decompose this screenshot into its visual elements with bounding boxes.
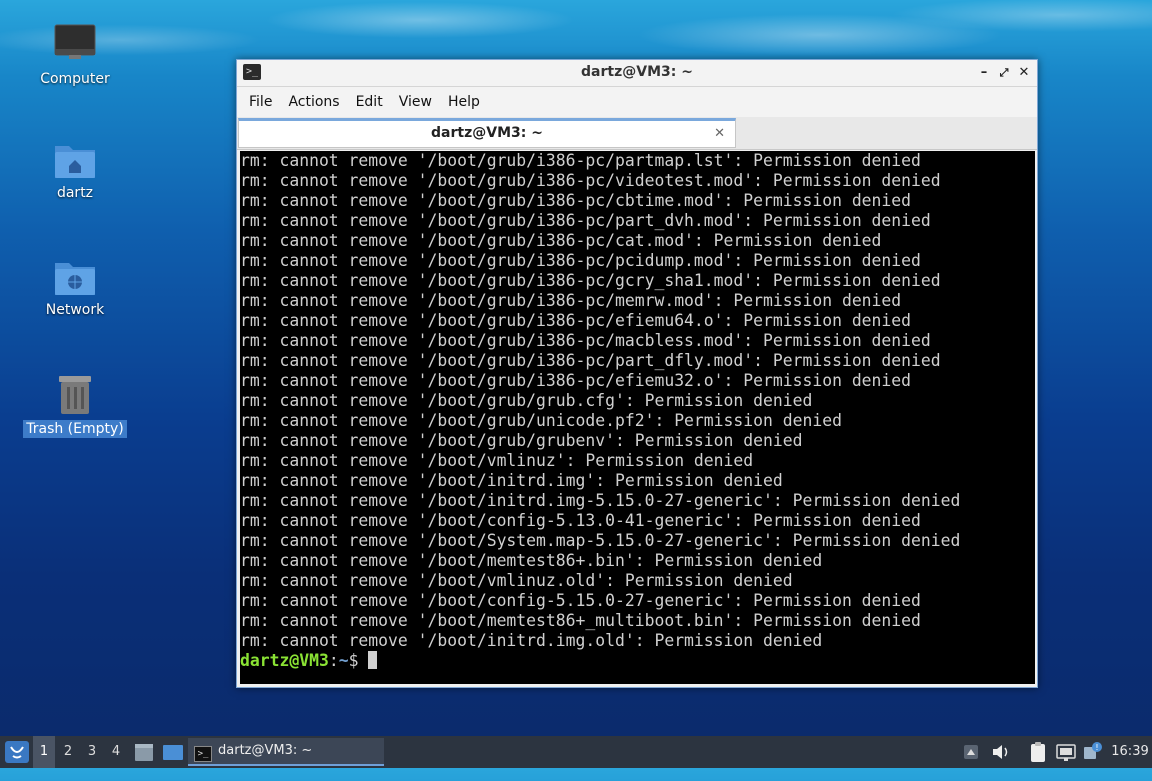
terminal-line: rm: cannot remove '/boot/vmlinuz.old': P…	[240, 571, 793, 590]
terminal-tab[interactable]: dartz@VM3: ~ ✕	[238, 118, 736, 148]
clipboard-button[interactable]	[1028, 736, 1048, 768]
desktop-icon-label: Computer	[40, 71, 110, 87]
desktop-icon-home-folder[interactable]: dartz	[20, 140, 130, 202]
prompt-separator: :	[328, 651, 339, 670]
volume-button[interactable]	[990, 736, 1012, 768]
notification-icon: !	[1084, 742, 1102, 759]
terminal-line: rm: cannot remove '/boot/grub/i386-pc/pa…	[240, 151, 921, 170]
terminal-line: rm: cannot remove '/boot/grub/grubenv': …	[240, 431, 803, 450]
minimize-button[interactable]: –	[975, 64, 993, 82]
terminal-line: rm: cannot remove '/boot/initrd.img.old'…	[240, 631, 823, 650]
window-title: dartz@VM3: ~	[581, 64, 693, 80]
desktop-icon-computer[interactable]: Computer	[20, 22, 130, 88]
terminal-line: rm: cannot remove '/boot/grub/i386-pc/pa…	[240, 351, 941, 370]
network-icon	[1056, 744, 1076, 761]
terminal-line: rm: cannot remove '/boot/grub/i386-pc/ma…	[240, 331, 931, 350]
xubuntu-logo-icon	[5, 741, 29, 763]
terminal-line: rm: cannot remove '/boot/grub/i386-pc/ef…	[240, 371, 912, 390]
up-arrow-icon	[964, 745, 978, 759]
menu-help[interactable]: Help	[440, 87, 488, 117]
terminal-prompt-line[interactable]: dartz@VM3:~$	[240, 651, 1035, 671]
terminal-line: rm: cannot remove '/boot/grub/grub.cfg':…	[240, 391, 813, 410]
terminal-line: rm: cannot remove '/boot/grub/i386-pc/ca…	[240, 231, 882, 250]
terminal-line: rm: cannot remove '/boot/grub/i386-pc/ef…	[240, 311, 912, 330]
terminal-window: >_ dartz@VM3: ~ – ⤢ ✕ File Actions Edit …	[236, 59, 1038, 688]
volume-icon	[993, 745, 1008, 759]
taskbar: 1 2 3 4 >_ dartz@VM3: ~ ! 16:39	[0, 736, 1152, 768]
desktop-icon-label: Network	[45, 302, 105, 318]
terminal-cursor	[368, 651, 378, 669]
window-titlebar[interactable]: >_ dartz@VM3: ~ – ⤢ ✕	[237, 60, 1037, 87]
workspace-3[interactable]: 3	[81, 736, 103, 768]
terminal-line: rm: cannot remove '/boot/grub/i386-pc/cb…	[240, 191, 912, 210]
terminal-line: rm: cannot remove '/boot/grub/i386-pc/me…	[240, 291, 902, 310]
whisker-menu-button[interactable]	[4, 736, 30, 768]
file-manager-launcher[interactable]	[134, 736, 154, 768]
terminal-line: rm: cannot remove '/boot/grub/i386-pc/pa…	[240, 211, 931, 230]
terminal-task-icon: >_	[194, 746, 212, 762]
terminal-line: rm: cannot remove '/boot/grub/unicode.pf…	[240, 411, 842, 430]
network-button[interactable]	[1055, 736, 1077, 768]
prompt-user-host: dartz@VM3	[240, 651, 329, 670]
computer-icon	[54, 24, 96, 59]
workspace-4[interactable]: 4	[105, 736, 127, 768]
terminal-line: rm: cannot remove '/boot/memtest86+.bin'…	[240, 551, 823, 570]
terminal-line: rm: cannot remove '/boot/vmlinuz': Permi…	[240, 451, 754, 470]
workspace-2[interactable]: 2	[57, 736, 79, 768]
menu-view[interactable]: View	[391, 87, 440, 117]
desktop-icon-label: dartz	[56, 185, 94, 201]
clipboard-icon	[1031, 742, 1045, 762]
notification-button[interactable]: !	[1082, 736, 1104, 768]
tab-bar: dartz@VM3: ~ ✕	[237, 117, 1037, 150]
network-folder-icon	[55, 263, 95, 295]
terminal-line: rm: cannot remove '/boot/memtest86+_mult…	[240, 611, 921, 630]
desktop-icon-label: Trash (Empty)	[23, 420, 127, 438]
menu-edit[interactable]: Edit	[348, 87, 391, 117]
terminal-line: rm: cannot remove '/boot/grub/i386-pc/vi…	[240, 171, 941, 190]
clock[interactable]: 16:39	[1110, 736, 1150, 768]
task-label: dartz@VM3: ~	[218, 743, 313, 758]
desktop-icon-network[interactable]: Network	[20, 257, 130, 319]
maximize-button[interactable]: ⤢	[995, 64, 1013, 82]
terminal-output[interactable]: rm: cannot remove '/boot/grub/i386-pc/pa…	[240, 151, 1035, 684]
terminal-line: rm: cannot remove '/boot/grub/i386-pc/gc…	[240, 271, 941, 290]
workspace-1[interactable]: 1	[33, 736, 55, 768]
terminal-line: rm: cannot remove '/boot/config-5.13.0-4…	[240, 511, 921, 530]
home-folder-icon	[55, 146, 95, 178]
tab-label: dartz@VM3: ~	[431, 125, 543, 141]
close-button[interactable]: ✕	[1015, 64, 1033, 82]
desktop-icon-trash[interactable]: Trash (Empty)	[20, 372, 130, 438]
terminal-line: rm: cannot remove '/boot/initrd.img': Pe…	[240, 471, 783, 490]
prompt-path: ~	[338, 651, 349, 670]
tab-close-icon[interactable]: ✕	[714, 121, 725, 146]
terminal-line: rm: cannot remove '/boot/grub/i386-pc/pc…	[240, 251, 921, 270]
terminal-line: rm: cannot remove '/boot/initrd.img-5.15…	[240, 491, 961, 510]
desktop-icon	[163, 745, 183, 760]
menu-bar: File Actions Edit View Help	[237, 87, 1037, 117]
file-manager-icon	[135, 744, 153, 761]
menu-file[interactable]: File	[241, 87, 280, 117]
trash-icon	[59, 376, 91, 414]
show-desktop-button[interactable]	[162, 736, 184, 768]
taskbar-window-button[interactable]: >_ dartz@VM3: ~	[188, 738, 384, 766]
menu-actions[interactable]: Actions	[280, 87, 347, 117]
terminal-line: rm: cannot remove '/boot/config-5.15.0-2…	[240, 591, 921, 610]
prompt-symbol: $	[348, 651, 369, 670]
terminal-line: rm: cannot remove '/boot/System.map-5.15…	[240, 531, 961, 550]
svg-text:!: !	[1095, 743, 1098, 752]
tray-expand-button[interactable]	[962, 736, 980, 768]
